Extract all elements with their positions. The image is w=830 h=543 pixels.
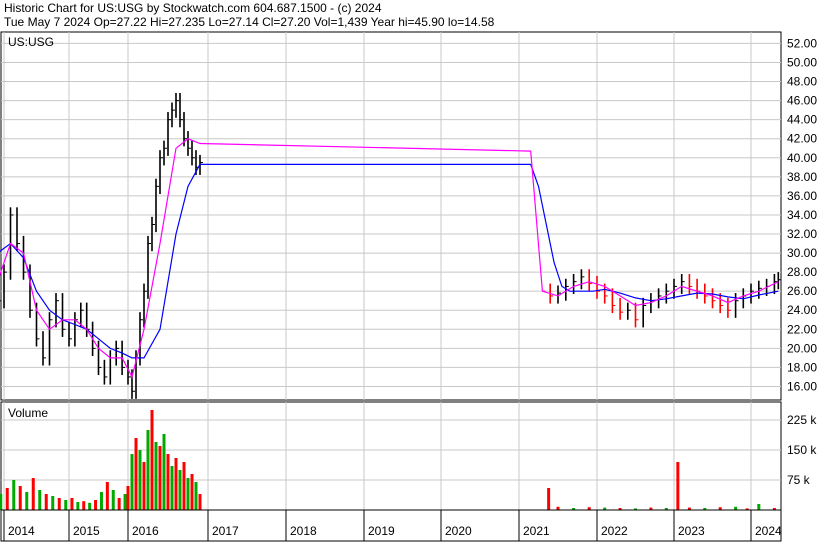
volume-bar <box>174 458 178 510</box>
x-tick-label: 2020 <box>445 524 472 538</box>
volume-bar <box>123 494 127 510</box>
x-tick-label: 2022 <box>601 524 628 538</box>
volume-bar <box>178 470 182 510</box>
volume-bar <box>0 494 3 510</box>
price-y-tick-label: 52.00 <box>787 36 817 50</box>
volume-bar <box>134 438 138 510</box>
price-y-tick-label: 34.00 <box>787 208 817 222</box>
volume-bar <box>31 478 35 510</box>
volume-bar <box>76 502 80 510</box>
price-y-tick-label: 36.00 <box>787 189 817 203</box>
volume-bar <box>150 410 154 510</box>
price-y-tick-label: 18.00 <box>787 360 817 374</box>
x-tick-label: 2016 <box>132 524 159 538</box>
price-y-tick-label: 24.00 <box>787 303 817 317</box>
x-tick-label: 2021 <box>523 524 550 538</box>
volume-bar <box>146 430 150 510</box>
x-tick-label: 2017 <box>212 524 239 538</box>
volume-bar <box>38 490 42 510</box>
price-y-tick-label: 20.00 <box>787 341 817 355</box>
price-y-tick-label: 32.00 <box>787 227 817 241</box>
volume-bar <box>70 498 74 510</box>
volume-y-tick-label: 225 k <box>787 413 817 427</box>
x-tick-label: 2019 <box>368 524 395 538</box>
volume-bar <box>82 501 86 510</box>
volume-bar <box>158 446 162 510</box>
volume-bar <box>94 500 98 510</box>
price-y-tick-label: 22.00 <box>787 322 817 336</box>
volume-bar <box>64 500 68 510</box>
x-tick-label: 2018 <box>290 524 317 538</box>
volume-bar <box>154 442 158 510</box>
volume-bar <box>18 486 22 510</box>
volume-bar <box>162 434 166 510</box>
header-line-1: Historic Chart for US:USG by Stockwatch.… <box>4 1 382 15</box>
price-y-tick-label: 48.00 <box>787 75 817 89</box>
price-y-tick-label: 30.00 <box>787 246 817 260</box>
stock-chart: Historic Chart for US:USG by Stockwatch.… <box>0 0 830 543</box>
price-y-tick-label: 26.00 <box>787 284 817 298</box>
volume-bar <box>5 488 9 510</box>
volume-bar <box>547 488 551 510</box>
price-y-tick-label: 50.00 <box>787 55 817 69</box>
volume-bar <box>111 490 115 510</box>
volume-bar <box>170 466 174 510</box>
volume-bar <box>44 494 48 510</box>
x-tick-label: 2014 <box>8 524 35 538</box>
volume-bar <box>138 450 142 510</box>
header-line-2: Tue May 7 2024 Op=27.22 Hi=27.235 Lo=27.… <box>4 15 495 29</box>
volume-bar <box>88 502 92 510</box>
x-tick-label: 2024 <box>755 524 782 538</box>
volume-bar <box>99 492 103 510</box>
price-y-tick-label: 28.00 <box>787 265 817 279</box>
volume-bar <box>182 462 186 510</box>
volume-bar <box>198 494 202 510</box>
volume-bar <box>757 504 761 510</box>
volume-y-tick-label: 75 k <box>787 473 811 487</box>
price-y-tick-label: 16.00 <box>787 379 817 393</box>
volume-y-tick-label: 150 k <box>787 443 817 457</box>
price-y-tick-label: 44.00 <box>787 113 817 127</box>
volume-bar <box>105 482 109 510</box>
price-y-tick-label: 40.00 <box>787 151 817 165</box>
volume-bar <box>194 482 198 510</box>
volume-bar <box>51 496 55 510</box>
price-y-tick-label: 42.00 <box>787 132 817 146</box>
price-y-tick-label: 46.00 <box>787 94 817 108</box>
price-panel-title: US:USG <box>8 35 54 49</box>
volume-bar <box>25 492 29 510</box>
volume-bar <box>190 474 194 510</box>
volume-bar <box>142 462 146 510</box>
volume-bar <box>676 462 680 510</box>
volume-bar <box>130 454 134 510</box>
x-tick-label: 2015 <box>73 524 100 538</box>
price-y-tick-label: 38.00 <box>787 170 817 184</box>
volume-bar <box>12 480 16 510</box>
volume-bar <box>57 498 61 510</box>
x-tick-label: 2023 <box>678 524 705 538</box>
volume-bar <box>117 498 121 510</box>
volume-bar <box>126 486 130 510</box>
volume-bar <box>186 478 190 510</box>
volume-panel-title: Volume <box>8 406 48 420</box>
volume-bar <box>166 454 170 510</box>
